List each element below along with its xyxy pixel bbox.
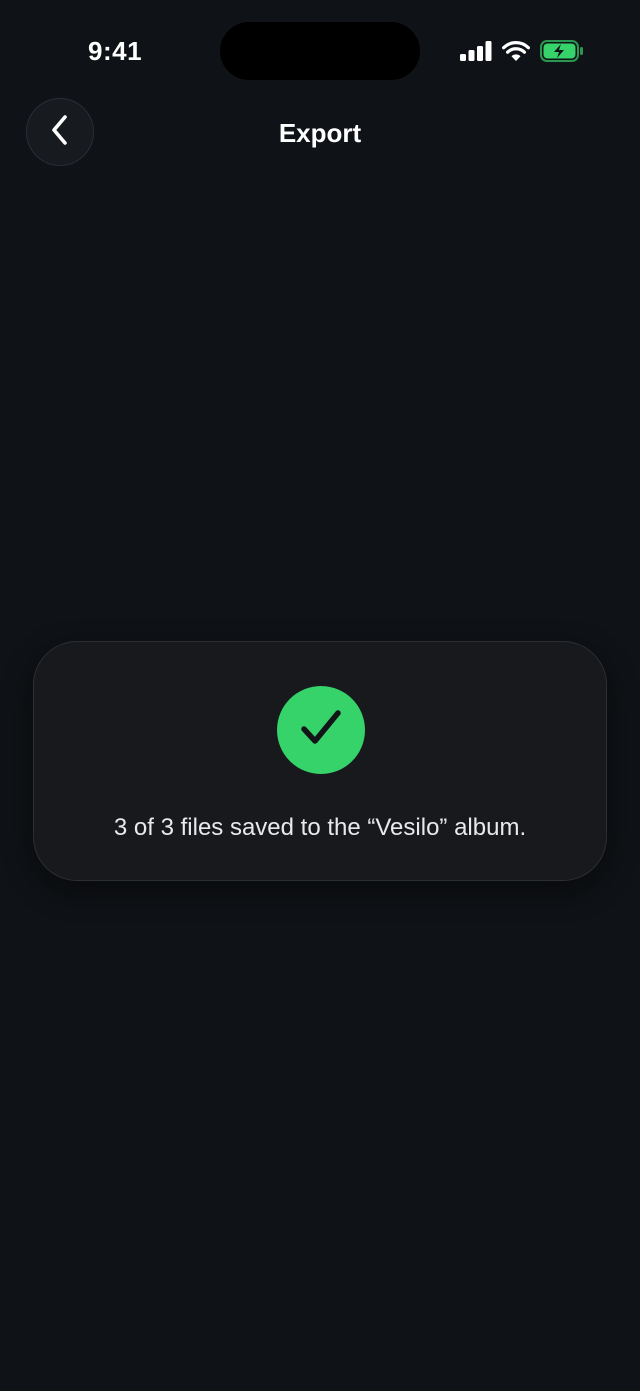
dynamic-island [220, 22, 420, 80]
toast-message: 3 of 3 files saved to the “Vesilo” album… [113, 814, 527, 841]
cellular-signal-icon [460, 41, 492, 66]
navigation-bar: Export [0, 98, 640, 170]
success-badge [277, 686, 365, 774]
wifi-icon [502, 41, 530, 66]
status-icons [460, 40, 584, 67]
export-success-toast: 3 of 3 files saved to the “Vesilo” album… [33, 641, 607, 881]
status-time: 9:41 [88, 36, 143, 66]
battery-charging-icon [540, 40, 584, 67]
status-bar: 9:41 [0, 0, 640, 100]
checkmark-icon [299, 708, 343, 753]
page-title: Export [278, 118, 362, 148]
